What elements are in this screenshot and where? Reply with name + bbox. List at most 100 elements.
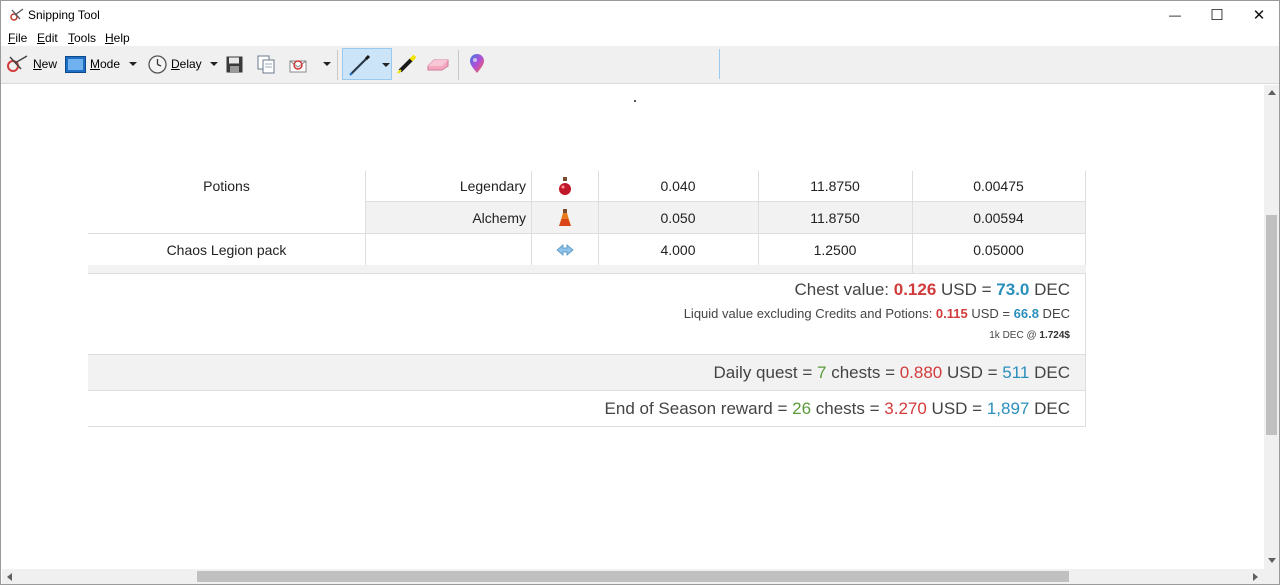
dec-rate-line: 1k DEC @ 1.724$ xyxy=(989,330,1070,341)
paint3d-button[interactable] xyxy=(468,46,486,82)
row-icon-cell xyxy=(531,171,598,201)
liquid-value-usd: 0.115 xyxy=(935,306,968,321)
column-divider xyxy=(912,265,913,273)
scroll-up-arrow[interactable] xyxy=(1268,90,1276,95)
menu-file-label: ile xyxy=(15,31,28,45)
row-value-2: 1.2500 xyxy=(813,241,857,258)
send-snip-dropdown-arrow[interactable] xyxy=(323,62,331,66)
season-reward-line: End of Season reward = 26 chests = 3.270… xyxy=(605,399,1070,419)
alchemy-potion-icon xyxy=(558,208,571,226)
copy-icon xyxy=(257,55,275,73)
chest-value-line: Chest value: 0.126 USD = 73.0 DEC xyxy=(795,280,1071,300)
horizontal-scrollbar[interactable] xyxy=(2,569,1264,584)
liquid-value-label: Liquid value excluding Credits and Potio… xyxy=(683,306,936,321)
save-icon xyxy=(226,56,243,72)
title-bar[interactable]: Snipping Tool — ☐ ✕ xyxy=(1,1,1279,29)
toolbar: New Mode Delay xyxy=(1,46,1279,84)
mode-accelerator: M xyxy=(90,57,100,71)
scroll-right-arrow[interactable] xyxy=(1253,573,1258,581)
scroll-left-arrow[interactable] xyxy=(7,573,12,581)
horizontal-scroll-thumb[interactable] xyxy=(197,571,1069,582)
send-snip-icon xyxy=(289,60,307,73)
row-value-1: 0.040 xyxy=(660,178,696,194)
season-usd-unit: USD = xyxy=(926,399,987,418)
season-reward-row: End of Season reward = 26 chests = 3.270… xyxy=(88,391,1086,426)
highlighter-icon xyxy=(397,54,417,74)
table-row: Chaos Legion pack 4.000 1.2500 0.05000 xyxy=(88,234,1086,265)
chest-value-label: Chest value: xyxy=(794,280,894,299)
snipping-tool-window: Snipping Tool — ☐ ✕ File Edit Tools Help… xyxy=(0,0,1280,585)
send-snip-button[interactable] xyxy=(289,46,311,82)
menu-tools-label: ools xyxy=(74,31,97,45)
season-chests-unit: chests = xyxy=(811,399,885,418)
chest-dec-unit: DEC xyxy=(1029,280,1070,299)
column-divider xyxy=(1085,234,1086,265)
dec-rate-value: 1.724$ xyxy=(1039,330,1070,341)
row-divider xyxy=(88,426,1086,427)
season-reward-chests: 26 xyxy=(792,399,812,418)
menu-help-label: elp xyxy=(113,31,130,45)
minimize-icon: — xyxy=(1169,8,1181,22)
new-button[interactable]: New xyxy=(5,46,57,82)
close-button[interactable]: ✕ xyxy=(1238,1,1280,29)
copy-button[interactable] xyxy=(257,46,275,82)
row-value-1: 4.000 xyxy=(660,241,696,258)
table-spacer xyxy=(88,265,1086,273)
row-value-2: 11.8750 xyxy=(810,178,860,194)
row-subtype: Alchemy xyxy=(472,209,526,226)
season-dec-unit: DEC xyxy=(1029,399,1070,418)
highlighter-button[interactable] xyxy=(396,46,418,82)
vertical-scroll-thumb[interactable] xyxy=(1266,215,1277,435)
menu-file[interactable]: File xyxy=(8,31,27,45)
daily-usd-unit: USD = xyxy=(942,363,1003,382)
snipping-tool-app-icon xyxy=(10,8,24,21)
save-button[interactable] xyxy=(226,46,243,82)
row-name xyxy=(88,202,365,233)
eraser-icon xyxy=(427,59,449,71)
mode-button[interactable]: Mode xyxy=(65,46,120,82)
table-row: Potions Legendary 0.040 11.8750 0.00475 xyxy=(88,171,1086,201)
daily-quest-dec: 511 xyxy=(1002,363,1030,382)
legendary-potion-icon xyxy=(558,177,571,195)
chest-value-usd: 0.126 xyxy=(893,280,937,299)
pen-button[interactable] xyxy=(342,48,720,80)
column-divider xyxy=(1085,202,1086,233)
delay-button[interactable]: Delay xyxy=(148,46,202,82)
paint3d-icon xyxy=(470,54,484,73)
new-label-rest: ew xyxy=(41,57,58,71)
menu-help-accelerator: H xyxy=(105,31,114,45)
clock-icon xyxy=(148,54,167,74)
menu-edit-accelerator: E xyxy=(37,31,46,45)
menu-edit-label: dit xyxy=(45,31,58,45)
delay-dropdown-arrow[interactable] xyxy=(210,62,218,66)
row-subtype xyxy=(365,234,531,265)
minimize-button[interactable]: — xyxy=(1154,1,1196,29)
scroll-down-arrow[interactable] xyxy=(1268,558,1276,563)
season-reward-label: End of Season reward = xyxy=(604,399,793,418)
scrollbar-corner xyxy=(1264,569,1279,584)
row-value-2: 11.8750 xyxy=(810,209,860,226)
mode-label: Mode xyxy=(90,57,120,71)
column-divider xyxy=(1085,355,1086,390)
pen-split-divider xyxy=(719,49,720,79)
mode-dropdown-arrow[interactable] xyxy=(129,62,137,66)
row-value-3: 0.05000 xyxy=(973,241,1024,258)
daily-dec-unit: DEC xyxy=(1029,363,1070,382)
season-reward-dec: 1,897 xyxy=(986,399,1030,418)
row-icon-cell xyxy=(531,202,598,233)
row-icon-cell xyxy=(531,234,598,265)
column-divider xyxy=(1085,274,1086,354)
eraser-button[interactable] xyxy=(426,46,450,82)
maximize-button[interactable]: ☐ xyxy=(1196,1,1238,29)
pen-dropdown-arrow[interactable] xyxy=(382,63,390,67)
daily-quest-usd: 0.880 xyxy=(899,363,943,382)
new-accelerator: N xyxy=(33,57,42,71)
menu-help[interactable]: Help xyxy=(105,31,130,45)
chest-summary: Chest value: 0.126 USD = 73.0 DEC Liquid… xyxy=(88,274,1086,354)
menu-edit[interactable]: Edit xyxy=(37,31,58,45)
row-name: Chaos Legion pack xyxy=(166,241,287,258)
row-value-3: 0.00475 xyxy=(973,178,1024,194)
vertical-scrollbar[interactable] xyxy=(1264,85,1279,569)
snip-canvas[interactable]: Potions Legendary 0.040 11.8750 0.00475 xyxy=(2,85,1264,569)
menu-tools[interactable]: Tools xyxy=(68,31,96,45)
